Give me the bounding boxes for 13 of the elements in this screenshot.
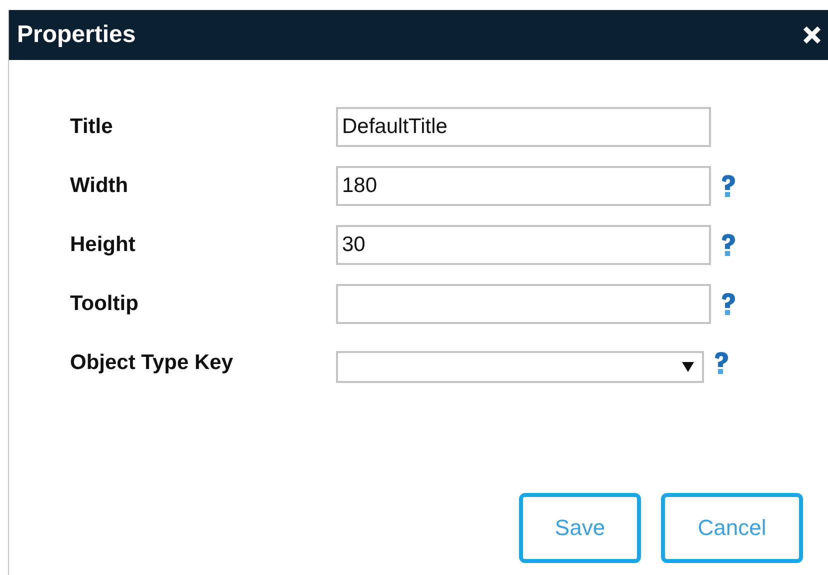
field-label: Height (70, 233, 136, 257)
field-label: Object Type Key (70, 351, 234, 375)
input-field[interactable]: DefaultTitle (336, 107, 711, 147)
field-label: Tooltip (70, 292, 140, 316)
close-button[interactable] (802, 25, 822, 45)
input-field[interactable]: 180 (336, 166, 711, 206)
select-field[interactable] (336, 351, 704, 383)
input-field[interactable]: 30 (336, 225, 711, 265)
input-field[interactable] (336, 284, 711, 324)
field-label: Width (70, 174, 130, 198)
field-label: Title (70, 115, 114, 139)
window-title: Properties (17, 21, 136, 49)
dropdown-arrow-icon (682, 362, 694, 372)
